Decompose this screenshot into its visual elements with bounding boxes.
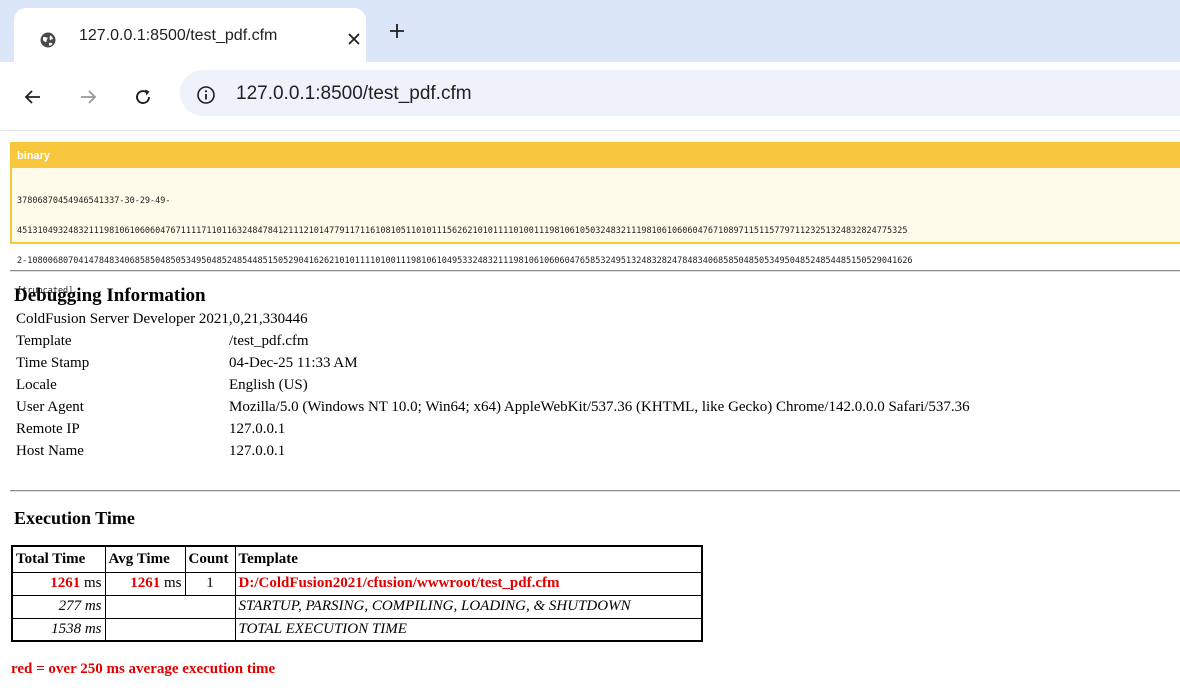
execution-table: Total Time Avg Time Count Template 1261 … bbox=[11, 545, 703, 642]
dump-line: 37806870454946541337-30-29-49- bbox=[17, 196, 171, 206]
tab-title: 127.0.0.1:8500/test_pdf.cfm bbox=[79, 27, 278, 44]
col-total-time: Total Time bbox=[11, 545, 106, 573]
browser-toolbar: 127.0.0.1:8500/test_pdf.cfm bbox=[0, 62, 1180, 131]
url-text[interactable]: 127.0.0.1:8500/test_pdf.cfm bbox=[236, 83, 472, 105]
info-icon[interactable] bbox=[196, 85, 216, 105]
browser-tab[interactable]: 127.0.0.1:8500/test_pdf.cfm bbox=[14, 8, 366, 62]
table-row: 1261 ms 1261 ms 1 D:/ColdFusion2021/cfus… bbox=[11, 571, 703, 596]
col-template: Template bbox=[234, 545, 703, 573]
table-header-row: Total Time Avg Time Count Template bbox=[11, 545, 703, 573]
total-execution-time-cell: 1538 ms bbox=[11, 617, 106, 642]
info-label-timestamp: Time Stamp bbox=[16, 355, 90, 371]
total-time-value: 1261 bbox=[50, 575, 81, 591]
legend-note: red = over 250 ms average execution time bbox=[11, 661, 276, 677]
info-value-locale: English (US) bbox=[229, 377, 308, 393]
template-path-cell: D:/ColdFusion2021/cfusion/wwwroot/test_p… bbox=[234, 571, 703, 596]
table-row: 1538 ms TOTAL EXECUTION TIME bbox=[11, 617, 703, 642]
avg-time-unit: ms bbox=[163, 575, 182, 591]
total-time-unit: ms bbox=[83, 575, 102, 591]
dump-label[interactable]: binary bbox=[12, 144, 1180, 168]
execution-title: Execution Time bbox=[14, 508, 135, 528]
info-value-remote-ip: 127.0.0.1 bbox=[229, 421, 286, 437]
empty-cell bbox=[104, 617, 236, 642]
tab-strip: 127.0.0.1:8500/test_pdf.cfm bbox=[0, 0, 1180, 62]
avg-time-value: 1261 bbox=[130, 575, 161, 591]
info-value-timestamp: 04-Dec-25 11:33 AM bbox=[229, 355, 358, 371]
total-time-cell: 1261 ms bbox=[11, 571, 106, 596]
total-execution-label-cell: TOTAL EXECUTION TIME bbox=[234, 617, 703, 642]
avg-time-cell: 1261 ms bbox=[104, 571, 186, 596]
col-count: Count bbox=[184, 545, 236, 573]
divider bbox=[10, 490, 1180, 492]
table-row: 277 ms STARTUP, PARSING, COMPILING, LOAD… bbox=[11, 594, 703, 619]
reload-icon[interactable] bbox=[133, 87, 153, 107]
close-icon[interactable] bbox=[345, 30, 363, 48]
info-value-user-agent: Mozilla/5.0 (Windows NT 10.0; Win64; x64… bbox=[229, 399, 970, 415]
info-label-user-agent: User Agent bbox=[16, 399, 84, 415]
dump-line: 4513104932483211198106106060476711117110… bbox=[17, 226, 908, 236]
info-label-host-name: Host Name bbox=[16, 443, 84, 459]
globe-icon bbox=[40, 32, 56, 48]
startup-time-cell: 277 ms bbox=[11, 594, 106, 619]
info-value-host-name: 127.0.0.1 bbox=[229, 443, 286, 459]
dump-line: 2-10800680704147848340685850485053495048… bbox=[17, 256, 913, 266]
col-avg-time: Avg Time bbox=[104, 545, 186, 573]
count-cell: 1 bbox=[184, 571, 236, 596]
info-label-remote-ip: Remote IP bbox=[16, 421, 80, 437]
server-version: ColdFusion Server Developer 2021,0,21,33… bbox=[16, 311, 308, 327]
divider bbox=[10, 270, 1180, 272]
info-label-locale: Locale bbox=[16, 377, 57, 393]
startup-label-cell: STARTUP, PARSING, COMPILING, LOADING, & … bbox=[234, 594, 703, 619]
info-value-template: /test_pdf.cfm bbox=[229, 333, 309, 349]
binary-dump: binary 37806870454946541337-30-29-49- 45… bbox=[10, 142, 1180, 296]
plus-icon[interactable] bbox=[388, 22, 406, 40]
empty-cell bbox=[104, 594, 236, 619]
info-label-template: Template bbox=[16, 333, 72, 349]
forward-arrow-icon[interactable] bbox=[78, 87, 98, 107]
back-arrow-icon[interactable] bbox=[23, 87, 43, 107]
debug-title: Debugging Information bbox=[14, 285, 206, 306]
